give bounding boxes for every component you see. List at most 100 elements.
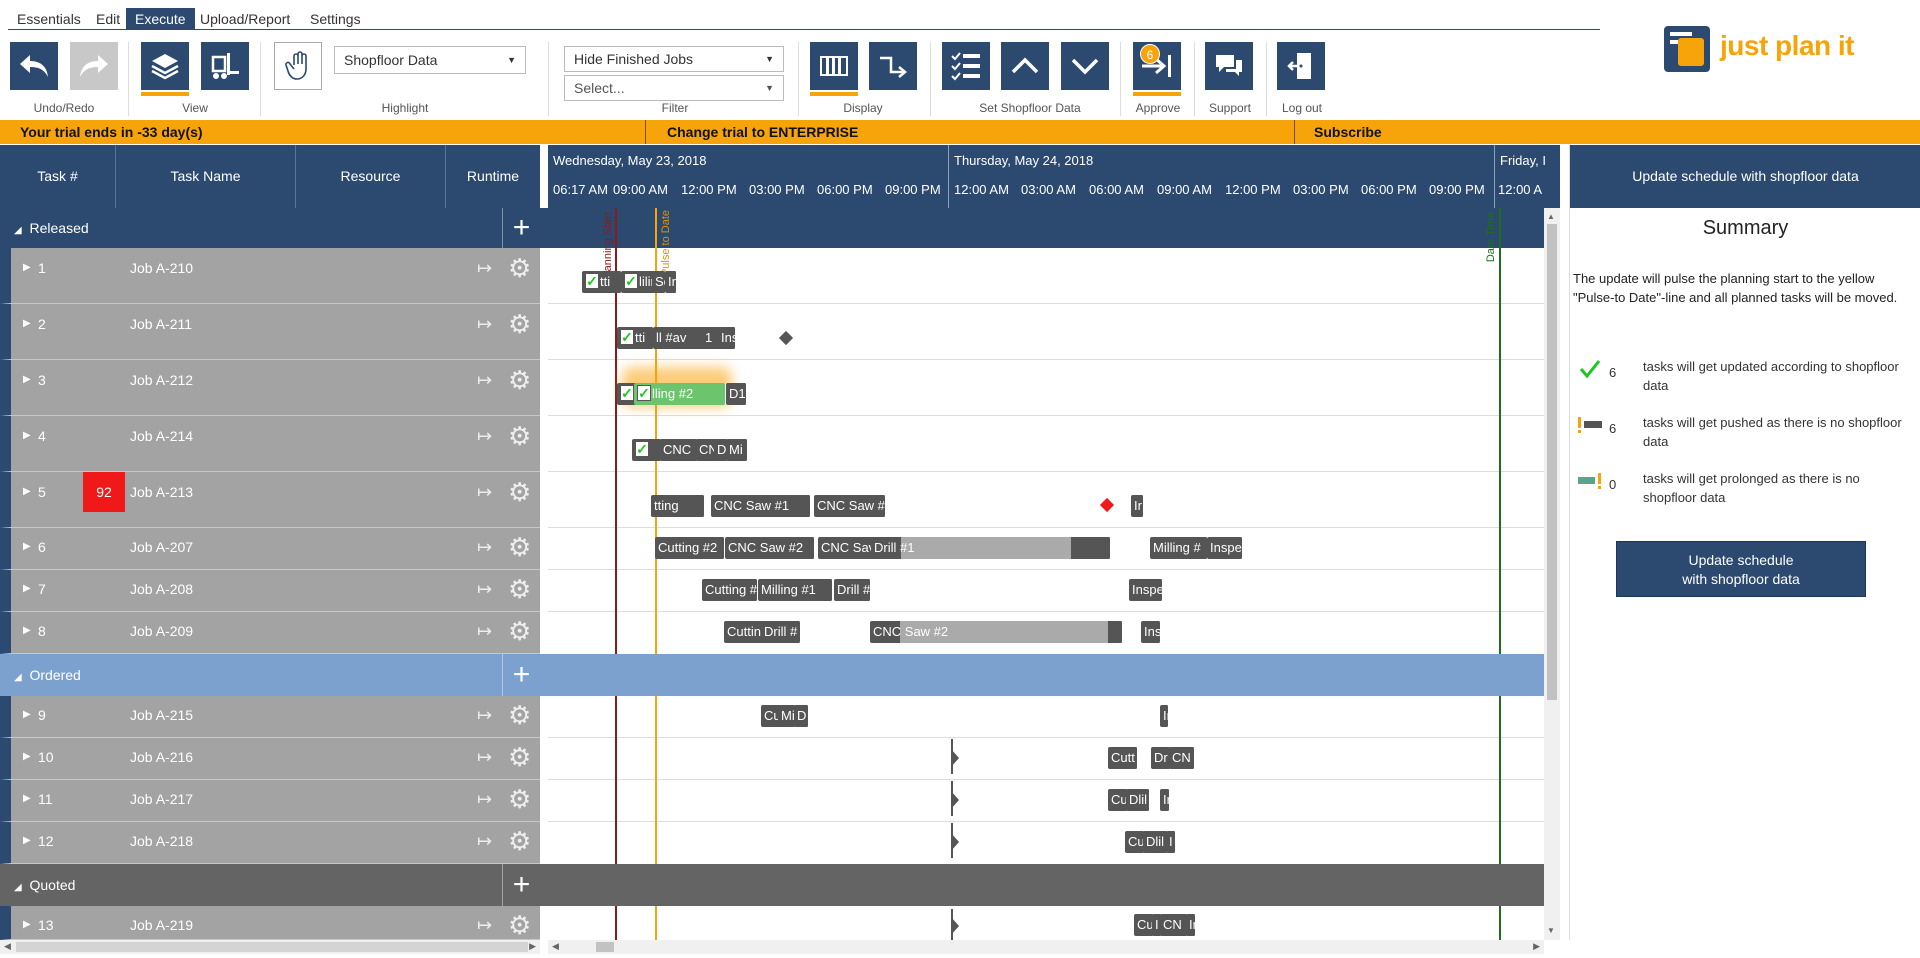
gantt-horizontal-scrollbar[interactable]: ◀ ▶ (548, 940, 1544, 954)
gear-icon[interactable]: ⚙ (508, 472, 531, 512)
table-row[interactable]: ▶ 2 Job A-211 ↦ ⚙ (0, 304, 540, 360)
task-bar[interactable]: Ir (1131, 495, 1144, 517)
task-bar[interactable]: tting (651, 495, 705, 517)
task-bar[interactable]: Ins (1141, 621, 1161, 643)
task-bar[interactable]: Ir (1160, 705, 1169, 727)
task-bar[interactable]: ✓ tti (617, 327, 654, 349)
table-row[interactable]: ▶ 12 Job A-218 ↦ ⚙ (0, 822, 540, 864)
move-down-button[interactable] (1061, 42, 1109, 90)
scroll-right-icon[interactable]: ▶ (529, 941, 536, 952)
gear-icon[interactable]: ⚙ (508, 696, 531, 734)
gear-icon[interactable]: ⚙ (508, 416, 531, 456)
gear-icon[interactable]: ⚙ (508, 360, 531, 400)
table-row[interactable]: ▶ 11 Job A-217 ↦ ⚙ (0, 780, 540, 822)
column-header-runtime[interactable]: Runtime (446, 145, 540, 208)
expand-triangle-icon[interactable]: ▶ (23, 906, 31, 939)
grid-horizontal-scrollbar[interactable]: ◀ ▶ (0, 940, 540, 954)
table-row[interactable]: ▶ 10 Job A-216 ↦ ⚙ (0, 738, 540, 780)
expand-triangle-icon[interactable]: ▶ (23, 528, 31, 566)
highlight-select[interactable]: Shopfloor Data ▼ (334, 46, 526, 74)
task-bar[interactable]: Ins (718, 327, 736, 349)
push-arrow-icon[interactable]: ↦ (477, 738, 492, 776)
table-row[interactable]: ▶ 5 92 Job A-213 ↦ ⚙ (0, 472, 540, 528)
push-arrow-icon[interactable]: ↦ (477, 906, 492, 939)
task-bar[interactable]: Cu (1134, 914, 1154, 936)
push-arrow-icon[interactable]: ↦ (477, 780, 492, 818)
gear-icon[interactable]: ⚙ (508, 738, 531, 776)
task-bar[interactable]: Ir (1160, 789, 1170, 811)
layers-view-button[interactable] (141, 42, 189, 96)
menu-execute[interactable]: Execute (126, 8, 195, 30)
scroll-left-icon[interactable]: ◀ (552, 941, 559, 952)
support-button[interactable] (1205, 42, 1253, 90)
subscribe-link[interactable]: Subscribe (1314, 120, 1382, 144)
scroll-right-icon[interactable]: ▶ (1533, 941, 1540, 952)
expand-triangle-icon[interactable]: ▶ (23, 304, 31, 344)
task-bar[interactable]: Inspe (1129, 579, 1163, 601)
task-bar[interactable]: In (665, 271, 677, 293)
task-bar[interactable]: CNC Saw #2 (870, 621, 1123, 643)
scroll-left-icon[interactable]: ◀ (4, 941, 11, 952)
set-shopfloor-list-button[interactable] (942, 42, 990, 90)
task-bar[interactable]: Se (652, 271, 666, 293)
task-bar[interactable]: D (794, 705, 809, 727)
task-bar[interactable]: ✓ tti (582, 271, 622, 293)
expand-triangle-icon[interactable]: ▶ (23, 696, 31, 734)
task-bar[interactable]: Drill #1 (871, 537, 1111, 559)
undo-button[interactable] (10, 42, 58, 90)
task-bar[interactable]: ✓ lilir (621, 271, 655, 293)
menu-essentials[interactable]: Essentials (8, 8, 90, 30)
task-bar[interactable]: Cutting #2 (655, 537, 725, 559)
table-row[interactable]: ▶ 6 Job A-207 ↦ ⚙ (0, 528, 540, 570)
push-arrow-icon[interactable]: ↦ (477, 360, 492, 400)
gear-icon[interactable]: ⚙ (508, 822, 531, 860)
task-bar[interactable]: CNC Saw #1 (711, 495, 811, 517)
expand-triangle-icon[interactable]: ▶ (23, 248, 31, 288)
expand-triangle-icon[interactable]: ▶ (23, 360, 31, 400)
task-bar[interactable]: Ir (1186, 914, 1196, 936)
task-bar[interactable]: Cutt (1108, 747, 1138, 769)
add-task-button[interactable]: + (502, 208, 540, 248)
resource-view-button[interactable] (201, 42, 249, 90)
push-arrow-icon[interactable]: ↦ (477, 248, 492, 288)
push-arrow-icon[interactable]: ↦ (477, 528, 492, 566)
push-arrow-icon[interactable]: ↦ (477, 570, 492, 608)
table-row[interactable]: ▶ 3 Job A-212 ↦ ⚙ (0, 360, 540, 416)
redo-button[interactable] (70, 42, 118, 90)
task-bar[interactable]: Cuttin (724, 621, 764, 643)
menu-settings[interactable]: Settings (301, 8, 370, 30)
display-gantt-button[interactable] (810, 42, 858, 96)
change-trial-link[interactable]: Change trial to ENTERPRISE (667, 120, 858, 144)
gear-icon[interactable]: ⚙ (508, 612, 531, 650)
expand-triangle-icon[interactable]: ▶ (23, 738, 31, 776)
task-bar[interactable]: Milling #1 (758, 579, 833, 601)
push-arrow-icon[interactable]: ↦ (477, 696, 492, 734)
add-task-button[interactable]: + (502, 864, 540, 906)
logout-button[interactable] (1277, 42, 1325, 90)
display-dependency-button[interactable] (869, 42, 917, 90)
gear-icon[interactable]: ⚙ (508, 906, 531, 939)
task-bar[interactable]: CNC Saw # (814, 495, 886, 517)
move-up-button[interactable] (1001, 42, 1049, 90)
due-date-diamond[interactable] (1099, 497, 1115, 513)
push-arrow-icon[interactable]: ↦ (477, 304, 492, 344)
task-bar[interactable]: CN (1160, 914, 1188, 936)
expand-triangle-icon[interactable]: ▶ (23, 612, 31, 650)
filter-select-other[interactable]: Select... ▼ (564, 75, 784, 101)
task-bar[interactable]: Drill # (834, 579, 871, 601)
update-schedule-button[interactable]: Update schedule with shopfloor data (1616, 541, 1866, 597)
table-row[interactable]: ▶ 7 Job A-208 ↦ ⚙ (0, 570, 540, 612)
menu-upload-report[interactable]: Upload/Report (191, 8, 299, 30)
gear-icon[interactable]: ⚙ (508, 780, 531, 818)
task-bar[interactable]: Inspe (1207, 537, 1243, 559)
task-bar[interactable]: Cutting # (702, 579, 758, 601)
pulse-to-date-line[interactable] (655, 208, 657, 940)
column-header-task-number[interactable]: Task # (0, 145, 116, 208)
push-arrow-icon[interactable]: ↦ (477, 612, 492, 650)
task-bar[interactable]: CN (1169, 747, 1195, 769)
task-bar[interactable]: Dlil (1143, 831, 1168, 853)
hand-pointer-button[interactable] (274, 42, 322, 90)
scroll-down-icon[interactable]: ▼ (1547, 926, 1555, 935)
expand-triangle-icon[interactable]: ▶ (23, 570, 31, 608)
push-arrow-icon[interactable]: ↦ (477, 472, 492, 512)
